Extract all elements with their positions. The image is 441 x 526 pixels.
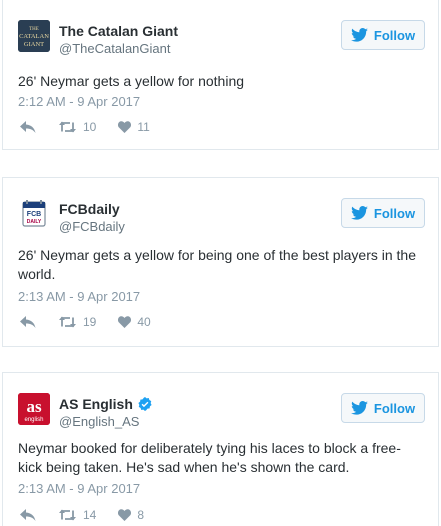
reply-icon: [20, 121, 36, 133]
tweet-actions: 14 8: [20, 508, 166, 522]
reply-action[interactable]: [20, 316, 36, 328]
avatar-text: DAILY: [27, 219, 42, 225]
verified-badge-icon: [138, 397, 152, 411]
tweet-card: FCB DAILY FCBdaily @FCBdaily Follow 26' …: [2, 177, 439, 347]
display-name[interactable]: AS English: [59, 395, 152, 413]
heart-icon: [118, 121, 132, 133]
retweet-count: 14: [83, 508, 97, 522]
retweet-icon: [59, 509, 76, 521]
avatar-text: CATALAN: [19, 33, 49, 40]
avatar-text: THE: [29, 27, 39, 32]
retweet-icon: [59, 121, 76, 133]
like-count: 11: [137, 120, 150, 134]
tweet-text: Neymar booked for deliberately tying his…: [18, 440, 401, 475]
display-name[interactable]: FCBdaily: [59, 200, 125, 218]
like-count: 8: [137, 508, 145, 522]
twitter-bird-icon: [351, 206, 368, 220]
follow-label: Follow: [373, 27, 416, 43]
user-handle[interactable]: @English_AS: [59, 413, 152, 431]
reply-icon: [20, 509, 36, 521]
avatar-text: FCB: [27, 211, 41, 218]
retweet-action[interactable]: 10: [58, 120, 96, 134]
tweet-text: 26' Neymar gets a yellow for nothing: [18, 73, 245, 89]
avatar[interactable]: as english: [18, 393, 50, 425]
tweet-timestamp[interactable]: 2:13 AM - 9 Apr 2017: [18, 289, 140, 304]
retweet-action[interactable]: 14: [58, 508, 96, 522]
follow-button[interactable]: Follow: [341, 198, 425, 228]
like-count: 40: [137, 315, 151, 329]
tweet-actions: 10 11: [20, 120, 172, 134]
avatar[interactable]: FCB DAILY: [18, 198, 50, 230]
follow-label: Follow: [373, 400, 416, 416]
avatar[interactable]: THE CATALAN GIANT: [18, 20, 50, 52]
reply-action[interactable]: [20, 121, 36, 133]
twitter-bird-icon: [351, 28, 368, 42]
retweet-count: 10: [83, 120, 97, 134]
tweet-card: as english AS English @English_AS Follow…: [2, 372, 439, 526]
reply-action[interactable]: [20, 509, 36, 521]
follow-label: Follow: [373, 205, 416, 221]
avatar-text: GIANT: [24, 41, 44, 48]
heart-icon: [118, 509, 132, 521]
follow-button[interactable]: Follow: [341, 20, 425, 50]
author-names[interactable]: AS English @English_AS: [59, 395, 152, 431]
tweet-text: 26' Neymar gets a yellow for being one o…: [18, 247, 417, 282]
tweet-timestamp[interactable]: 2:12 AM - 9 Apr 2017: [18, 94, 140, 109]
tweet-timestamp[interactable]: 2:13 AM - 9 Apr 2017: [18, 481, 140, 496]
tweet-actions: 19 40: [20, 315, 173, 329]
author-names[interactable]: The Catalan Giant @TheCatalanGiant: [59, 22, 178, 58]
like-action[interactable]: 40: [118, 315, 151, 329]
reply-icon: [20, 316, 36, 328]
heart-icon: [118, 316, 132, 328]
like-action[interactable]: 8: [118, 508, 144, 522]
tweet-card: THE CATALAN GIANT The Catalan Giant @The…: [2, 0, 439, 150]
display-name[interactable]: The Catalan Giant: [59, 22, 178, 40]
user-handle[interactable]: @TheCatalanGiant: [59, 40, 178, 58]
retweet-count: 19: [83, 315, 97, 329]
like-action[interactable]: 11: [118, 120, 150, 134]
retweet-icon: [59, 316, 76, 328]
avatar-text: as: [26, 397, 42, 416]
author-names[interactable]: FCBdaily @FCBdaily: [59, 200, 125, 236]
retweet-action[interactable]: 19: [58, 315, 96, 329]
twitter-bird-icon: [351, 401, 368, 415]
avatar-text: english: [24, 417, 43, 423]
follow-button[interactable]: Follow: [341, 393, 425, 423]
user-handle[interactable]: @FCBdaily: [59, 218, 125, 236]
